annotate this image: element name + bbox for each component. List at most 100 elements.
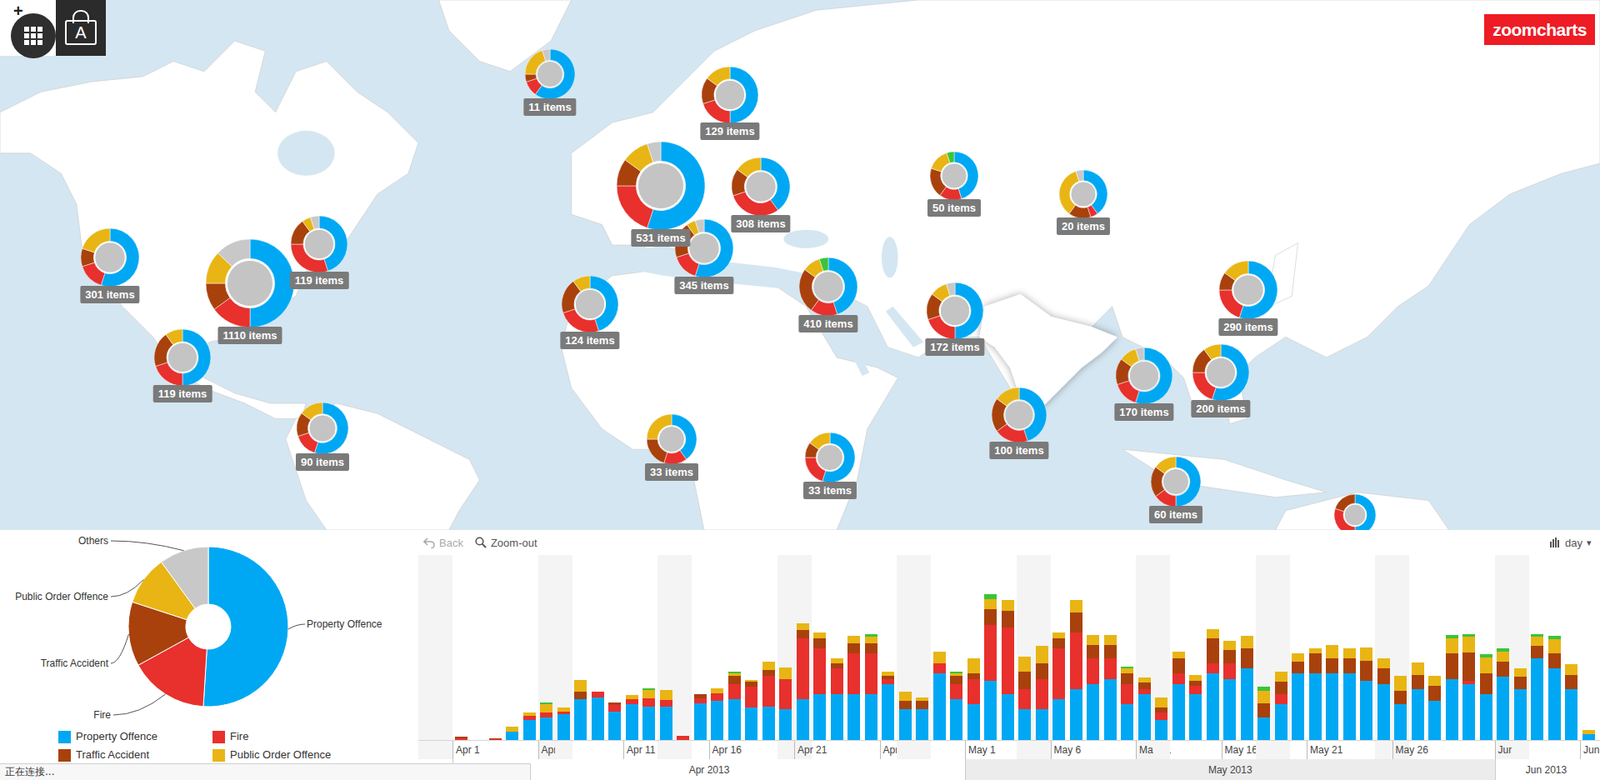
day-column[interactable] <box>606 555 625 740</box>
bar-segment[interactable] <box>1172 651 1185 660</box>
bar-segment[interactable] <box>1240 635 1254 649</box>
bar-segment[interactable] <box>728 675 741 685</box>
bar-segment[interactable] <box>1462 636 1475 652</box>
day-column[interactable] <box>1187 555 1205 740</box>
month-label[interactable]: May 2013 <box>965 759 1495 780</box>
day-column[interactable] <box>930 555 949 740</box>
bar-segment[interactable] <box>642 706 655 740</box>
bar-segment[interactable] <box>899 709 912 740</box>
bar-segment[interactable] <box>1001 627 1015 695</box>
bar-segment[interactable] <box>1428 685 1441 701</box>
map-cluster[interactable] <box>154 329 211 386</box>
bar-segment[interactable] <box>865 643 878 654</box>
bar-segment[interactable] <box>1223 650 1236 664</box>
cluster-label[interactable]: 100 items <box>989 441 1049 460</box>
cluster-label[interactable]: 410 items <box>798 315 858 333</box>
bar-segment[interactable] <box>1530 636 1544 646</box>
bar-segment[interactable] <box>1343 673 1356 740</box>
bar-segment[interactable] <box>1070 600 1083 613</box>
bar-segment[interactable] <box>1530 658 1544 740</box>
day-column[interactable] <box>1016 555 1035 740</box>
day-column[interactable] <box>999 555 1017 740</box>
bar-segment[interactable] <box>813 648 826 695</box>
map-cluster[interactable] <box>930 151 979 200</box>
map-cluster[interactable] <box>205 239 295 328</box>
zoom-out-button[interactable]: Zoom-out <box>475 536 538 550</box>
day-bar[interactable] <box>1530 634 1544 740</box>
cluster-label[interactable]: 90 items <box>295 453 350 471</box>
day-column[interactable] <box>1477 555 1495 740</box>
map-cluster[interactable] <box>1219 260 1278 320</box>
bar-segment[interactable] <box>557 714 570 740</box>
bar-segment[interactable] <box>660 690 673 700</box>
day-bar[interactable] <box>505 726 519 740</box>
day-bar[interactable] <box>1496 648 1510 740</box>
day-bar[interactable] <box>1155 697 1168 740</box>
day-column[interactable] <box>555 555 573 740</box>
bar-segment[interactable] <box>813 694 826 740</box>
bar-segment[interactable] <box>608 711 621 740</box>
bar-segment[interactable] <box>1291 661 1305 675</box>
day-column[interactable] <box>1153 555 1171 740</box>
day-column[interactable] <box>982 555 1000 740</box>
map-cluster[interactable] <box>701 66 759 124</box>
day-column[interactable] <box>914 555 932 740</box>
bar-segment[interactable] <box>984 609 997 625</box>
day-column[interactable] <box>1085 555 1103 740</box>
bar-segment[interactable] <box>1257 690 1270 704</box>
cluster-label[interactable]: 308 items <box>730 215 790 233</box>
bar-segment[interactable] <box>523 720 536 740</box>
bar-segment[interactable] <box>660 706 673 740</box>
bar-segment[interactable] <box>1257 717 1270 740</box>
cluster-label[interactable]: 33 items <box>645 463 699 481</box>
day-column[interactable] <box>572 555 590 740</box>
bar-segment[interactable] <box>1155 712 1168 720</box>
day-bar[interactable] <box>1035 645 1049 740</box>
bar-segment[interactable] <box>1377 658 1390 669</box>
day-bar[interactable] <box>967 658 980 740</box>
day-column[interactable] <box>1306 555 1325 740</box>
day-bar[interactable] <box>950 671 963 740</box>
bar-segment[interactable] <box>1086 684 1100 740</box>
bar-segment[interactable] <box>1138 694 1151 740</box>
day-bar[interactable] <box>813 632 826 740</box>
bar-segment[interactable] <box>1018 671 1031 690</box>
day-bar[interactable] <box>1309 648 1322 740</box>
bar-segment[interactable] <box>762 661 775 670</box>
map-cluster[interactable] <box>1115 347 1173 405</box>
day-column[interactable] <box>965 555 983 740</box>
day-column[interactable] <box>709 555 727 740</box>
bar-segment[interactable] <box>1086 658 1100 685</box>
day-bar[interactable] <box>1120 666 1134 740</box>
bar-segment[interactable] <box>1070 632 1083 689</box>
bar-segment[interactable] <box>1223 663 1236 679</box>
bar-segment[interactable] <box>676 735 690 740</box>
day-bar[interactable] <box>1565 664 1578 740</box>
day-bar[interactable] <box>847 635 860 740</box>
legend-item[interactable]: Property Offence <box>58 730 213 744</box>
day-column[interactable] <box>1545 555 1564 740</box>
day-bar[interactable] <box>762 661 775 740</box>
bar-segment[interactable] <box>1565 675 1578 690</box>
day-bar[interactable] <box>1377 658 1390 740</box>
day-bar[interactable] <box>1104 635 1117 740</box>
bar-segment[interactable] <box>455 738 468 740</box>
bar-segment[interactable] <box>1052 638 1065 649</box>
cluster-label[interactable]: 200 items <box>1190 400 1250 418</box>
day-column[interactable] <box>725 555 744 740</box>
bar-segment[interactable] <box>540 717 553 740</box>
bar-segment[interactable] <box>933 673 946 740</box>
bar-segment[interactable] <box>1172 658 1185 674</box>
cluster-label[interactable]: 290 items <box>1218 318 1278 336</box>
bar-segment[interactable] <box>1462 684 1475 740</box>
bar-segment[interactable] <box>1052 699 1065 740</box>
day-column[interactable] <box>777 555 795 740</box>
bar-segment[interactable] <box>1394 675 1407 691</box>
day-bar[interactable] <box>865 634 878 740</box>
bar-segment[interactable] <box>1206 663 1220 674</box>
bar-segment[interactable] <box>881 684 895 740</box>
bar-segment[interactable] <box>1189 675 1202 681</box>
bar-segment[interactable] <box>1360 660 1373 681</box>
day-bar[interactable] <box>915 697 929 740</box>
bar-segment[interactable] <box>1035 679 1049 710</box>
